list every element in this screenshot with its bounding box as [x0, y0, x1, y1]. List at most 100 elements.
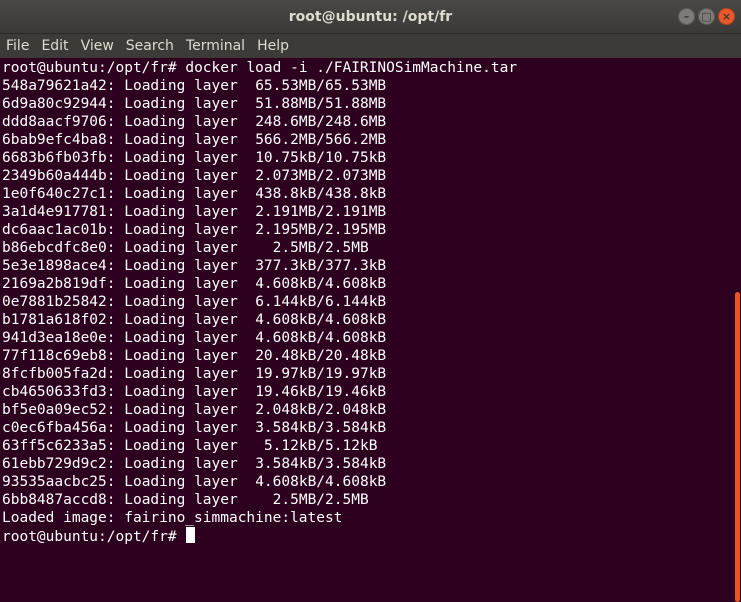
layer-padding — [238, 492, 273, 508]
layer-line: 6bb8487accd8: Loading layer 2.5MB/2.5MB — [2, 492, 369, 508]
layer-id: 61ebb729d9c2 — [2, 456, 107, 472]
menu-file[interactable]: File — [0, 34, 35, 58]
command-text: docker load -i ./FAIRINOSimMachine.tar — [176, 60, 518, 76]
window-controls: – □ × — [678, 8, 735, 26]
layer-id: 2349b60a444b — [2, 168, 107, 184]
layer-line: b86ebcdfc8e0: Loading layer 2.5MB/2.5MB — [2, 240, 369, 256]
layer-padding — [238, 294, 255, 310]
layer-id: dc6aac1ac01b — [2, 222, 107, 238]
layer-line: dc6aac1ac01b: Loading layer 2.195MB/2.19… — [2, 222, 387, 238]
layer-status: Loading layer — [124, 438, 238, 454]
layer-progress: 2.5MB/2.5MB — [272, 240, 369, 256]
layer-line: 2349b60a444b: Loading layer 2.073MB/2.07… — [2, 168, 387, 184]
layer-status: Loading layer — [124, 150, 238, 166]
close-button[interactable]: × — [718, 8, 735, 25]
layer-line: 6d9a80c92944: Loading layer 51.88MB/51.8… — [2, 96, 387, 112]
layer-padding — [238, 222, 255, 238]
menu-help[interactable]: Help — [251, 34, 295, 58]
layer-status: Loading layer — [124, 240, 238, 256]
layer-line: 0e7881b25842: Loading layer 6.144kB/6.14… — [2, 294, 387, 310]
layer-line: 2169a2b819df: Loading layer 4.608kB/4.60… — [2, 276, 387, 292]
prompt: root@ubuntu:/opt/fr# — [2, 60, 177, 76]
layer-progress: 6.144kB/6.144kB — [255, 294, 387, 310]
layer-progress: 19.97kB/19.97kB — [255, 366, 387, 382]
terminal-output[interactable]: root@ubuntu:/opt/fr# docker load -i ./FA… — [0, 58, 733, 547]
layer-status: Loading layer — [124, 348, 238, 364]
layer-padding — [238, 330, 255, 346]
layer-progress: 65.53MB/65.53MB — [255, 78, 387, 94]
layer-id: 8fcfb005fa2d — [2, 366, 107, 382]
layer-padding — [238, 186, 255, 202]
layer-padding — [238, 456, 255, 472]
minimize-button[interactable]: – — [678, 8, 695, 25]
layer-padding — [238, 258, 255, 274]
layer-line: 93535aacbc25: Loading layer 4.608kB/4.60… — [2, 474, 387, 490]
layer-id: 5e3e1898ace4 — [2, 258, 107, 274]
layer-line: c0ec6fba456a: Loading layer 3.584kB/3.58… — [2, 420, 387, 436]
layer-progress: 248.6MB/248.6MB — [255, 114, 387, 130]
layer-id: 6d9a80c92944 — [2, 96, 107, 112]
layer-progress: 5.12kB/5.12kB — [263, 438, 378, 454]
layer-line: 1e0f640c27c1: Loading layer 438.8kB/438.… — [2, 186, 387, 202]
layer-list: 548a79621a42: Loading layer 65.53MB/65.5… — [2, 77, 733, 509]
layer-status: Loading layer — [124, 114, 238, 130]
text-cursor — [186, 527, 196, 543]
layer-padding — [238, 366, 255, 382]
layer-id: cb4650633fd3 — [2, 384, 107, 400]
layer-progress: 377.3kB/377.3kB — [255, 258, 387, 274]
layer-id: 1e0f640c27c1 — [2, 186, 107, 202]
layer-status: Loading layer — [124, 78, 238, 94]
scrollbar-thumb[interactable] — [735, 292, 740, 602]
layer-progress: 2.5MB/2.5MB — [272, 492, 369, 508]
maximize-button[interactable]: □ — [698, 8, 715, 25]
layer-id: 6bab9efc4ba8 — [2, 132, 107, 148]
layer-id: 93535aacbc25 — [2, 474, 107, 490]
layer-status: Loading layer — [124, 312, 238, 328]
menu-edit[interactable]: Edit — [35, 34, 74, 58]
layer-status: Loading layer — [124, 168, 238, 184]
layer-progress: 2.048kB/2.048kB — [255, 402, 387, 418]
layer-progress: 4.608kB/4.608kB — [255, 330, 387, 346]
layer-status: Loading layer — [124, 402, 238, 418]
scrollbar[interactable] — [733, 58, 741, 602]
layer-line: 548a79621a42: Loading layer 65.53MB/65.5… — [2, 78, 387, 94]
layer-line: 77f118c69eb8: Loading layer 20.48kB/20.4… — [2, 348, 387, 364]
layer-progress: 19.46kB/19.46kB — [255, 384, 387, 400]
layer-status: Loading layer — [124, 456, 238, 472]
layer-status: Loading layer — [124, 384, 238, 400]
layer-id: 63ff5c6233a5 — [2, 438, 107, 454]
menu-view[interactable]: View — [75, 34, 120, 58]
title-bar[interactable]: root@ubuntu: /opt/fr – □ × — [0, 0, 741, 34]
layer-line: 941d3ea18e0e: Loading layer 4.608kB/4.60… — [2, 330, 387, 346]
layer-status: Loading layer — [124, 330, 238, 346]
prompt: root@ubuntu:/opt/fr# — [2, 529, 177, 545]
layer-status: Loading layer — [124, 420, 238, 436]
layer-status: Loading layer — [124, 204, 238, 220]
layer-status: Loading layer — [124, 222, 238, 238]
layer-line: 3a1d4e917781: Loading layer 2.191MB/2.19… — [2, 204, 387, 220]
layer-progress: 438.8kB/438.8kB — [255, 186, 387, 202]
layer-line: bf5e0a09ec52: Loading layer 2.048kB/2.04… — [2, 402, 387, 418]
layer-padding — [238, 312, 255, 328]
layer-padding — [238, 78, 255, 94]
layer-status: Loading layer — [124, 474, 238, 490]
layer-line: 8fcfb005fa2d: Loading layer 19.97kB/19.9… — [2, 366, 387, 382]
layer-id: 941d3ea18e0e — [2, 330, 107, 346]
layer-status: Loading layer — [124, 258, 238, 274]
layer-id: bf5e0a09ec52 — [2, 402, 107, 418]
layer-status: Loading layer — [124, 492, 238, 508]
layer-status: Loading layer — [124, 186, 238, 202]
layer-status: Loading layer — [124, 276, 238, 292]
layer-progress: 4.608kB/4.608kB — [255, 276, 387, 292]
layer-progress: 3.584kB/3.584kB — [255, 456, 387, 472]
layer-line: 6bab9efc4ba8: Loading layer 566.2MB/566.… — [2, 132, 387, 148]
layer-padding — [238, 438, 264, 454]
layer-progress: 4.608kB/4.608kB — [255, 474, 387, 490]
layer-padding — [238, 96, 255, 112]
layer-line: b1781a618f02: Loading layer 4.608kB/4.60… — [2, 312, 387, 328]
menu-search[interactable]: Search — [120, 34, 180, 58]
layer-id: 6683b6fb03fb — [2, 150, 107, 166]
menu-terminal[interactable]: Terminal — [180, 34, 251, 58]
final-prompt-line[interactable]: root@ubuntu:/opt/fr# — [2, 527, 733, 545]
layer-line: ddd8aacf9706: Loading layer 248.6MB/248.… — [2, 114, 387, 130]
